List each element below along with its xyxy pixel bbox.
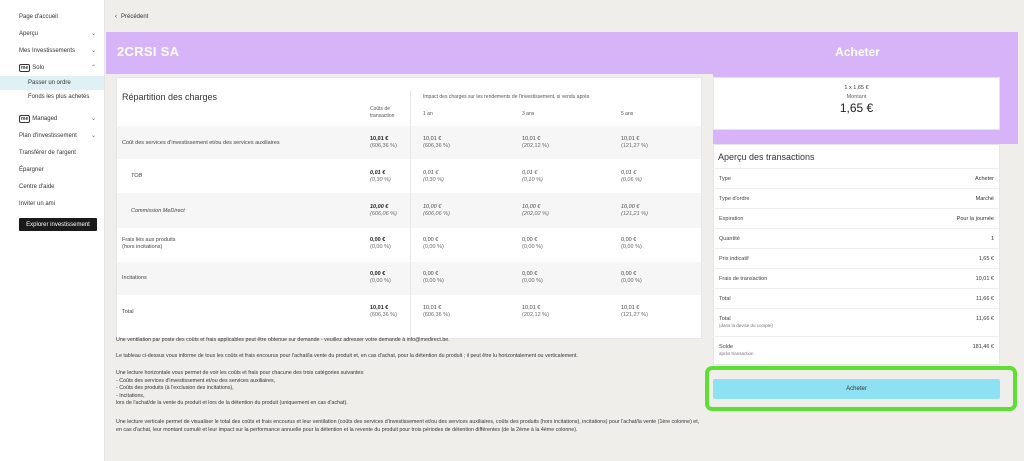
table-row (117, 262, 701, 295)
row-label: Total (122, 309, 134, 315)
row-label: Coût des services d'investissement et/ou… (122, 140, 280, 146)
tx-row: Solde après transaction 181,46 € (714, 336, 999, 364)
cell-cost: 10,00 € (606,06 %) (370, 204, 397, 217)
company-title: 2CRSI SA (117, 44, 180, 59)
cell-3y: 0,00 € (0,00 %) (522, 271, 543, 284)
col-header-impact: Impact des charges sur les rendements de… (423, 94, 590, 100)
cell-1y: 10,00 € (606,06 %) (423, 204, 450, 217)
col-header-1y: 1 an (423, 111, 433, 117)
note-paragraph: Le tableau ci-dessus vous informe de tou… (116, 353, 578, 359)
note-paragraph: Une ventilation par poste des coûts et f… (116, 337, 450, 343)
chevron-down-icon: ⌄ (90, 116, 96, 122)
tx-row: Total (dans la devise du compte) 11,66 € (714, 308, 999, 336)
row-label: Commission MeDirect (131, 208, 185, 214)
chevron-down-icon: ⌄ (90, 31, 96, 37)
cell-5y: 0,00 € (0,00 %) (621, 237, 642, 250)
cell-1y: 0,00 € (0,00 %) (423, 237, 444, 250)
topbar (106, 0, 1018, 32)
me-logo-icon: me (19, 114, 31, 123)
qty-price: 1 x 1,65 € (844, 85, 869, 91)
cell-cost: 0,00 € (0,00 %) (370, 271, 391, 284)
sidebar-item-transfer[interactable]: Transférer de l'argent (0, 144, 104, 161)
charges-title: Répartition des charges (122, 92, 218, 102)
chevron-down-icon: ⌄ (90, 48, 96, 54)
sidebar-item-home[interactable]: Page d'accueil (0, 8, 104, 25)
sidebar-item-overview[interactable]: Aperçu ⌄ (0, 25, 104, 42)
back-link[interactable]: ‹ Précédent (115, 14, 148, 20)
me-logo-icon: me (19, 63, 31, 72)
divider (410, 90, 411, 338)
table-row (117, 295, 701, 335)
row-label: TOB (131, 173, 143, 179)
tx-row: Type Acheter (714, 168, 999, 188)
tx-row: Prix indicatif 1,65 € (714, 248, 999, 268)
col-header-5y: 5 ans (621, 111, 634, 117)
sidebar-item-investment-plan[interactable]: Plan d'investissement ⌄ (0, 127, 104, 144)
cell-1y: 10,01 € (606,36 %) (423, 305, 450, 318)
chevron-up-icon: ⌃ (90, 65, 96, 71)
cell-3y: 10,01 € (202,12 %) (522, 305, 549, 318)
cell-1y: 10,01 € (606,36 %) (423, 136, 450, 149)
table-row (117, 193, 701, 228)
chevron-down-icon: ⌄ (90, 133, 96, 139)
note-paragraph: Une lecture verticale permet de visualis… (116, 419, 700, 433)
tx-row: Expiration Pour la journée (714, 208, 999, 228)
cell-1y: 0,00 € (0,00 %) (423, 271, 444, 284)
amount-label: Montant (846, 94, 867, 100)
tx-row: Type d'ordre Marché (714, 188, 999, 208)
sidebar: Page d'accueil Aperçu ⌄ Mes Investissemen… (0, 0, 105, 461)
buy-title: Acheter (835, 45, 880, 59)
explore-investment-button[interactable]: Explorer investissement (19, 218, 97, 231)
tx-row: Quantité 1 (714, 228, 999, 248)
cell-5y: 10,01 € (121,27 %) (621, 136, 648, 149)
cell-cost: 10,01 € (606,36 %) (370, 305, 397, 318)
cell-5y: 10,01 € (121,27 %) (621, 305, 648, 318)
cell-cost: 10,01 € (606,36 %) (370, 136, 397, 149)
sidebar-item-investments[interactable]: Mes Investissements ⌄ (0, 42, 104, 59)
amount-card: 1 x 1,65 € Montant 1,65 € (713, 77, 1000, 130)
cell-cost: 0,01 € (0,30 %) (370, 170, 391, 183)
cell-1y: 0,01 € (0,30 %) (423, 170, 444, 183)
row-label: Frais liés aux produits (hors incitations… (122, 237, 176, 250)
transactions-title: Aperçu des transactions (718, 152, 815, 162)
cell-cost: 0,00 € (0,00 %) (370, 237, 391, 250)
sidebar-item-save[interactable]: Épargner (0, 161, 104, 178)
cell-5y: 0,01 € (0,06 %) (621, 170, 642, 183)
cell-3y: 0,01 € (0,10 %) (522, 170, 543, 183)
sidebar-item-solo[interactable]: me Solo ⌃ (0, 59, 104, 76)
sidebar-item-invite[interactable]: Inviter un ami (0, 195, 104, 212)
col-header-cost: Coûts de transaction (370, 106, 395, 119)
sidebar-item-help[interactable]: Centre d'aide (0, 178, 104, 195)
cell-3y: 10,01 € (202,12 %) (522, 136, 549, 149)
row-label: Incitations (122, 275, 147, 281)
sidebar-subitem-place-order[interactable]: Passer un ordre (0, 76, 104, 90)
col-header-3y: 3 ans (522, 111, 535, 117)
tx-row: Frais de transaction 10,01 € (714, 268, 999, 288)
tx-row: Total 11,66 € (714, 288, 999, 308)
cell-5y: 10,00 € (121,21 %) (621, 204, 648, 217)
cell-3y: 0,00 € (0,00 %) (522, 237, 543, 250)
note-paragraph: Une lecture horizontale vous permet de v… (116, 370, 365, 406)
sidebar-subitem-top-funds[interactable]: Fonds les plus achetés (0, 90, 104, 104)
sidebar-item-managed[interactable]: me Managed ⌄ (0, 110, 104, 127)
chevron-left-icon: ‹ (115, 14, 117, 20)
cell-3y: 10,00 € (202,02 %) (522, 204, 549, 217)
amount-value: 1,65 € (839, 101, 874, 115)
table-row (117, 228, 701, 262)
table-row (117, 160, 701, 193)
cell-5y: 0,00 € (0,00 %) (621, 271, 642, 284)
buy-button[interactable]: Acheter (713, 379, 1000, 399)
